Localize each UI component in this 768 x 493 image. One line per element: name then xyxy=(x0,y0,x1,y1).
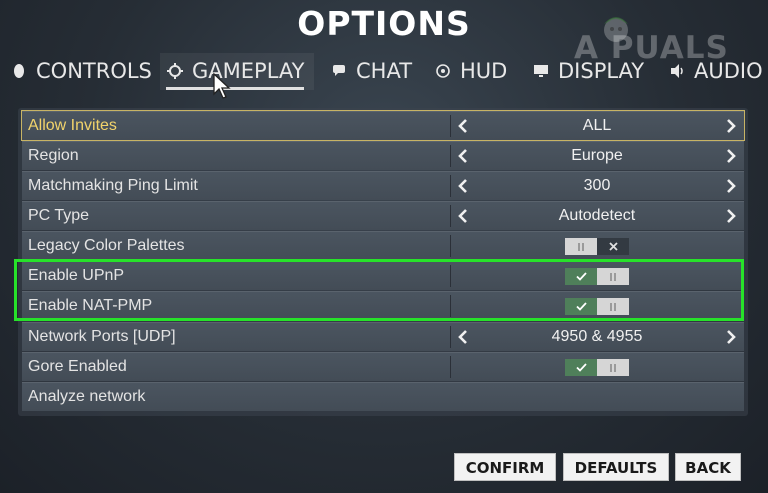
setting-row-network-ports[interactable]: Network Ports [UDP] 4950 & 4955 xyxy=(22,322,744,351)
setting-label: Matchmaking Ping Limit xyxy=(28,177,198,194)
x-icon xyxy=(608,242,618,251)
row-divider xyxy=(450,235,451,257)
back-button[interactable]: BACK xyxy=(675,453,741,481)
mouse-cursor-icon xyxy=(213,72,231,99)
setting-value: Autodetect xyxy=(558,207,636,224)
setting-row-analyze-network[interactable]: Analyze network xyxy=(22,382,744,411)
chevron-right-icon[interactable] xyxy=(724,118,738,134)
toggle-switch-on[interactable] xyxy=(565,359,629,376)
setting-value: ALL xyxy=(582,117,612,134)
tab-hud[interactable]: HUD xyxy=(434,55,507,87)
tab-audio[interactable]: AUDIO xyxy=(668,55,763,87)
tab-label: AUDIO xyxy=(694,59,763,83)
defaults-button[interactable]: DEFAULTS xyxy=(563,453,669,481)
row-divider xyxy=(450,326,451,348)
chevron-right-icon[interactable] xyxy=(724,148,738,164)
row-divider xyxy=(450,205,451,227)
toggle-off-segment xyxy=(597,238,629,255)
chevron-right-icon[interactable] xyxy=(724,208,738,224)
chevron-right-icon[interactable] xyxy=(724,329,738,345)
setting-label: Gore Enabled xyxy=(28,358,127,375)
highlight-frame xyxy=(14,259,744,321)
tab-label: HUD xyxy=(460,59,508,83)
row-divider xyxy=(450,175,451,197)
setting-label: Analyze network xyxy=(28,388,146,405)
toggle-switch-off[interactable] xyxy=(565,238,629,255)
tab-gameplay[interactable]: GAMEPLAY xyxy=(159,53,315,90)
setting-label: Region xyxy=(28,147,79,164)
toggle-on-segment xyxy=(565,359,597,376)
setting-value: 300 xyxy=(583,177,611,194)
target-icon xyxy=(434,62,452,80)
tab-label: CHAT xyxy=(356,59,413,83)
setting-label: Legacy Color Palettes xyxy=(28,237,185,254)
confirm-button[interactable]: CONFIRM xyxy=(454,453,556,481)
tab-label: GAMEPLAY xyxy=(192,59,305,83)
toggle-knob xyxy=(597,359,629,376)
row-divider xyxy=(450,115,451,137)
toggle-knob xyxy=(565,238,597,255)
tab-label: DISPLAY xyxy=(558,59,645,83)
chevron-right-icon[interactable] xyxy=(724,178,738,194)
tab-display[interactable]: DISPLAY xyxy=(532,55,644,87)
setting-label: Allow Invites xyxy=(28,117,117,134)
controller-icon xyxy=(10,62,28,80)
speaker-icon xyxy=(668,62,686,80)
tab-label: CONTROLS xyxy=(36,59,152,83)
setting-value: 4950 & 4955 xyxy=(551,328,643,345)
setting-row-pc-type[interactable]: PC Type Autodetect xyxy=(22,201,744,230)
tab-controls[interactable]: CONTROLS xyxy=(10,55,152,87)
setting-label: PC Type xyxy=(28,207,90,224)
checkmark-icon xyxy=(575,363,587,372)
monitor-icon xyxy=(532,62,550,80)
setting-row-gore-enabled: Gore Enabled xyxy=(22,352,744,381)
tab-bar: CONTROLS GAMEPLAY CHAT HUD DISPLAY AUDIO xyxy=(0,52,768,90)
gear-icon xyxy=(166,62,184,80)
tab-chat[interactable]: CHAT xyxy=(330,55,412,87)
row-divider xyxy=(450,145,451,167)
setting-row-ping-limit[interactable]: Matchmaking Ping Limit 300 xyxy=(22,171,744,200)
setting-value: Europe xyxy=(571,147,623,164)
setting-row-region[interactable]: Region Europe xyxy=(22,141,744,170)
setting-label: Network Ports [UDP] xyxy=(28,328,176,345)
chat-bubble-icon xyxy=(330,62,348,80)
row-divider xyxy=(450,356,451,378)
setting-row-legacy-color-palettes: Legacy Color Palettes xyxy=(22,231,744,260)
setting-row-allow-invites[interactable]: Allow Invites ALL xyxy=(21,110,745,141)
